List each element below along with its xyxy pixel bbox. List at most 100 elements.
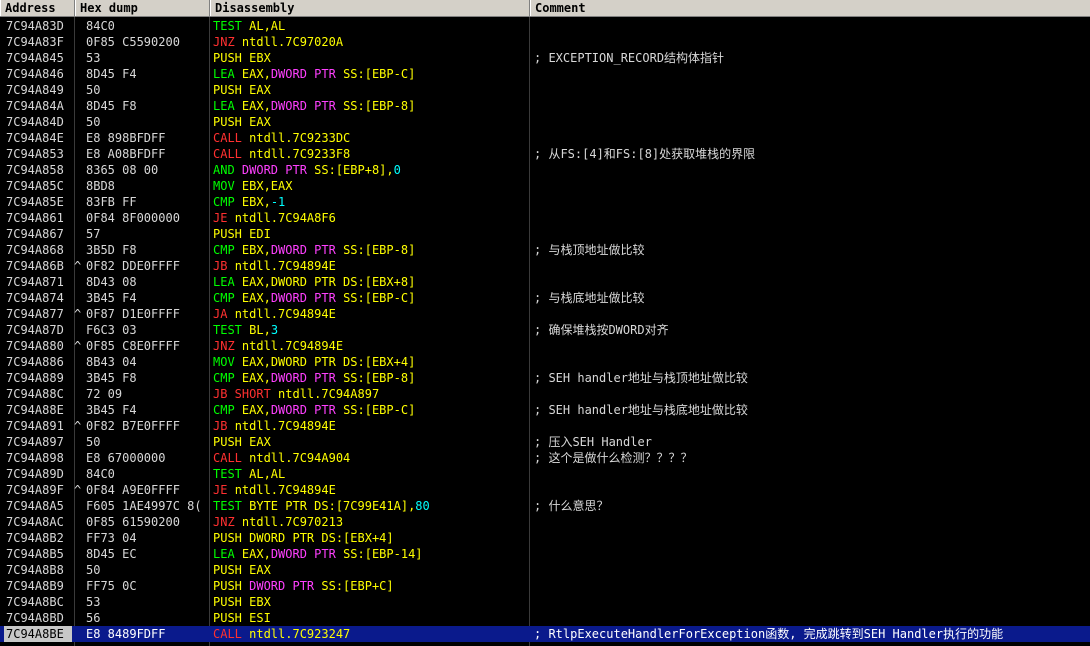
hex-dump-cell: 0F84 8F000000 — [86, 211, 180, 225]
code-row[interactable]: 7C94A858 8365 08 00 AND DWORD PTR SS:[EBP+… — [0, 162, 1090, 178]
operand-token: SS:[EBP-8] — [343, 243, 416, 257]
address-cell: 7C94A880 — [6, 339, 64, 353]
operand-token: AL,AL — [249, 19, 286, 33]
code-row[interactable]: 7C94A891 ^ 0F82 B7E0FFFF JB ntdll.7C94894E — [0, 418, 1090, 434]
disassembly-cell: CMP EAX,DWORD PTR SS:[EBP-C] — [213, 290, 528, 306]
mnemonic-token: MOV — [213, 355, 242, 369]
code-row[interactable]: 7C94A8BD 56 PUSH ESI — [0, 610, 1090, 626]
jump-direction-mark — [74, 162, 84, 178]
code-row[interactable]: 7C94A874 3B45 F4 CMP EAX,DWORD PTR SS:[EBP… — [0, 290, 1090, 306]
comment-cell: ; SEH handler地址与栈底地址做比较 — [534, 403, 748, 417]
code-row[interactable]: 7C94A861 0F84 8F000000 JE ntdll.7C94A8F6 — [0, 210, 1090, 226]
operand-token: ntdll.7C94894E — [234, 483, 336, 497]
disassembly-cell: PUSH EAX — [213, 82, 528, 98]
code-row[interactable]: 7C94A846 8D45 F4 LEA EAX,DWORD PTR SS:[EBP… — [0, 66, 1090, 82]
code-row[interactable]: 7C94A89F ^ 0F84 A9E0FFFF JE ntdll.7C94894E — [0, 482, 1090, 498]
code-row[interactable]: 7C94A8B2 FF73 04 PUSH DWORD PTR DS:[EBX+4] — [0, 530, 1090, 546]
code-row[interactable]: 7C94A880 ^ 0F85 C8E0FFFF JNZ ntdll.7C94894E — [0, 338, 1090, 354]
code-row[interactable]: 7C94A877 ^ 0F87 D1E0FFFF JA ntdll.7C94894E — [0, 306, 1090, 322]
code-row[interactable]: 7C94A898 E8 67000000 CALL ntdll.7C94A904 ; … — [0, 450, 1090, 466]
code-row[interactable]: 7C94A84A 8D45 F8 LEA EAX,DWORD PTR SS:[EBP… — [0, 98, 1090, 114]
jump-direction-mark — [74, 498, 84, 514]
hex-dump-cell: 0F82 B7E0FFFF — [86, 419, 180, 433]
code-row[interactable]: 7C94A87D F6C3 03 TEST BL,3 ; 确保堆栈按DWORD对齐 — [0, 322, 1090, 338]
comment-cell: ; SEH handler地址与栈顶地址做比较 — [534, 371, 748, 385]
disassembly-cell: PUSH EAX — [213, 114, 528, 130]
code-row[interactable]: 7C94A86B ^ 0F82 DDE0FFFF JB ntdll.7C94894E — [0, 258, 1090, 274]
code-row[interactable]: 7C94A85C 8BD8 MOV EBX,EAX — [0, 178, 1090, 194]
hex-dump-cell: 0F85 C5590200 — [86, 35, 180, 49]
comment-cell: ; 与栈顶地址做比较 — [534, 243, 645, 257]
comment-cell — [534, 482, 1090, 498]
code-row[interactable]: 7C94A88C 72 09 JB SHORT ntdll.7C94A897 — [0, 386, 1090, 402]
code-row[interactable]: 7C94A84E E8 898BFDFF CALL ntdll.7C9233DC — [0, 130, 1090, 146]
code-row[interactable]: 7C94A886 8B43 04 MOV EAX,DWORD PTR DS:[EBX… — [0, 354, 1090, 370]
code-row[interactable]: 7C94A868 3B5D F8 CMP EBX,DWORD PTR SS:[EBP… — [0, 242, 1090, 258]
code-row[interactable]: 7C94A889 3B45 F8 CMP EAX,DWORD PTR SS:[EBP… — [0, 370, 1090, 386]
operand-token: ntdll.7C94A8F6 — [234, 211, 336, 225]
operand-token: DWORD PTR DS:[EBX+4] — [270, 355, 416, 369]
code-row[interactable]: 7C94A849 50 PUSH EAX — [0, 82, 1090, 98]
code-row[interactable]: 7C94A897 50 PUSH EAX ; 压入SEH Handler — [0, 434, 1090, 450]
address-cell: 7C94A8B8 — [6, 563, 64, 577]
column-header-comment[interactable]: Comment — [530, 0, 1090, 16]
address-cell: 7C94A898 — [6, 451, 64, 465]
comment-cell — [534, 514, 1090, 530]
code-row[interactable]: 7C94A8AC 0F85 61590200 JNZ ntdll.7C970213 — [0, 514, 1090, 530]
code-row[interactable]: 7C94A8BC 53 PUSH EBX — [0, 594, 1090, 610]
mnemonic-token: LEA — [213, 67, 242, 81]
code-row[interactable]: 7C94A8B8 50 PUSH EAX — [0, 562, 1090, 578]
code-row[interactable]: 7C94A845 53 PUSH EBX ; EXCEPTION_RECORD结构体指… — [0, 50, 1090, 66]
code-row[interactable]: 7C94A85E 83FB FF CMP EBX,-1 — [0, 194, 1090, 210]
jump-direction-mark — [74, 130, 84, 146]
operand-token: EAX, — [241, 99, 271, 113]
code-row[interactable]: 7C94A8B5 8D45 EC LEA EAX,DWORD PTR SS:[EBP… — [0, 546, 1090, 562]
code-row[interactable]: 7C94A84D 50 PUSH EAX — [0, 114, 1090, 130]
comment-cell — [534, 162, 1090, 178]
code-row[interactable]: 7C94A89D 84C0 TEST AL,AL — [0, 466, 1090, 482]
operand-token: ntdll.7C9233DC — [249, 131, 351, 145]
code-row[interactable]: 7C94A83F 0F85 C5590200 JNZ ntdll.7C97020A — [0, 34, 1090, 50]
hex-dump-cell: E8 898BFDFF — [86, 131, 166, 145]
code-row[interactable]: 7C94A853 E8 A08BFDFF CALL ntdll.7C9233F8 ; … — [0, 146, 1090, 162]
comment-cell — [534, 418, 1090, 434]
hex-dump-cell: 84C0 — [86, 467, 115, 481]
comment-cell — [534, 66, 1090, 82]
comment-cell — [534, 306, 1090, 322]
column-header-hex-dump[interactable]: Hex dump — [75, 0, 210, 16]
column-header-address[interactable]: Address — [0, 0, 75, 16]
code-row[interactable]: 7C94A88E 3B45 F4 CMP EAX,DWORD PTR SS:[EBP… — [0, 402, 1090, 418]
comment-cell — [534, 258, 1090, 274]
comment-cell — [534, 194, 1090, 210]
operand-token: BL, — [249, 323, 271, 337]
code-row[interactable]: 7C94A871 8D43 08 LEA EAX,DWORD PTR DS:[EBX… — [0, 274, 1090, 290]
mnemonic-token: PUSH — [213, 227, 250, 241]
mnemonic-token: CALL — [213, 627, 250, 641]
code-row[interactable]: 7C94A83D 84C0 TEST AL,AL — [0, 18, 1090, 34]
code-row[interactable]: 7C94A867 57 PUSH EDI — [0, 226, 1090, 242]
jump-direction-mark — [74, 514, 84, 530]
column-header-disassembly[interactable]: Disassembly — [210, 0, 530, 16]
mnemonic-token: JB — [213, 419, 235, 433]
mnemonic-token: PUSH — [213, 51, 250, 65]
jump-direction-mark — [74, 18, 84, 34]
address-cell: 7C94A846 — [6, 67, 64, 81]
jump-direction-mark — [74, 98, 84, 114]
code-row[interactable]: 7C94A8B9 FF75 0C PUSH DWORD PTR SS:[EBP+C] — [0, 578, 1090, 594]
hex-dump-cell: 0F82 DDE0FFFF — [86, 259, 180, 273]
comment-cell: ; 确保堆栈按DWORD对齐 — [534, 323, 669, 337]
mnemonic-token: CMP — [213, 291, 242, 305]
mnemonic-token: PUSH — [213, 563, 250, 577]
address-cell: 7C94A89F — [6, 483, 64, 497]
jump-direction-mark — [74, 274, 84, 290]
comment-cell — [534, 178, 1090, 194]
disassembly-listing[interactable]: 7C94A83D 84C0 TEST AL,AL 7C94A83F 0F85 C5590… — [0, 18, 1090, 646]
code-row[interactable]: 7C94A8A5 F605 1AE4997C 8(TEST BYTE PTR DS… — [0, 498, 1090, 514]
selected-code-row[interactable]: 7C94A8BE E8 8489FDFF CALL ntdll.7C923247 ; … — [0, 626, 1090, 642]
mnemonic-token: MOV — [213, 179, 242, 193]
hex-dump-cell: 8BD8 — [86, 179, 115, 193]
operand-token: DWORD PTR — [270, 67, 344, 81]
operand-token: ntdll.7C94A897 — [278, 387, 380, 401]
address-cell: 7C94A849 — [6, 83, 64, 97]
comment-cell: ; 从FS:[4]和FS:[8]处获取堆栈的界限 — [534, 147, 756, 161]
